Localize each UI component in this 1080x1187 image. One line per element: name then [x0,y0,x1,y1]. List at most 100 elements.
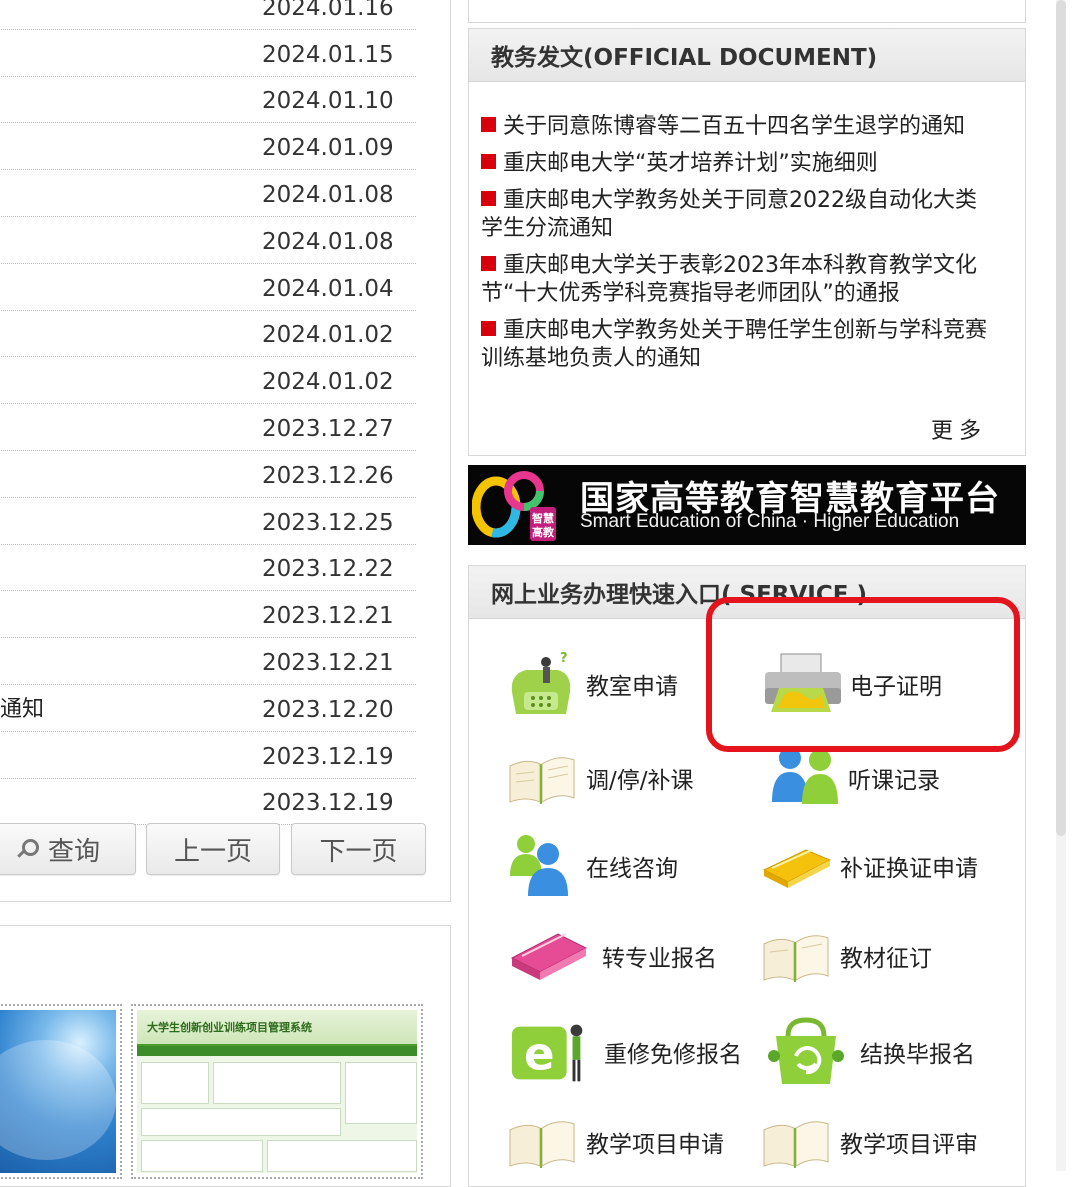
service-electronic-certificate[interactable]: 电子证明 [760,648,942,720]
chat-people-icon [510,835,568,896]
red-square-bullet-icon [481,154,496,169]
news-row[interactable]: 2023.12.22 [0,545,416,592]
service-teaching-project-application[interactable]: 教学项目申请 [506,1106,724,1178]
news-date: 2024.01.08 [262,181,394,208]
news-date: 2024.01.15 [262,41,394,68]
news-row[interactable]: 2023.12.26 [0,451,416,498]
news-date: 2024.01.09 [262,135,394,162]
official-document-title: 教务发文(OFFICIAL DOCUMENT) [469,29,1025,82]
news-row[interactable]: 2023.12.21 [0,591,416,639]
book-icon [509,1121,575,1168]
news-row[interactable]: 2024.01.15 [0,30,416,77]
document-title: 重庆邮电大学教务处关于聘任学生创新与学科竞赛训练基地负责人的通知 [481,318,988,371]
more-link[interactable]: 更多 [931,413,987,445]
news-list-panel: 2024.01.16 2024.01.15 2024.01.10 2024.01.09… [0,0,451,902]
news-row[interactable]: 2023.12.19 [0,732,416,779]
document-title: 重庆邮电大学“英才培养计划”实施细则 [503,151,878,176]
service-label: 教材征订 [840,946,932,972]
recycle-bag-icon [768,1017,844,1084]
innovation-system-screenshot: 大学生创新创业训练项目管理系统 [137,1010,417,1173]
service-certificate-replacement[interactable]: 补证换证申请 [760,830,978,902]
news-row[interactable]: 通知 2023.12.20 [0,685,416,732]
pink-notebook-icon [510,933,588,980]
e-person-icon: e [511,1024,583,1082]
news-date: 2024.01.10 [262,88,394,115]
service-retake-exemption[interactable]: e 重修免修报名 [508,1016,742,1088]
previous-page-button[interactable]: 上一页 [146,823,280,875]
news-row[interactable]: 2024.01.02 [0,357,416,405]
news-title[interactable]: 通知 [0,691,44,723]
svg-text:e: e [524,1028,555,1081]
document-link[interactable]: 重庆邮电大学教务处关于聘任学生创新与学科竞赛训练基地负责人的通知 [481,317,993,373]
news-row[interactable]: 2024.01.09 [0,123,416,171]
service-major-transfer[interactable]: 转专业报名 [502,920,717,992]
service-label: 在线咨询 [586,856,678,882]
news-date: 2023.12.20 [262,696,394,723]
service-label: 调/停/补课 [586,768,694,794]
news-row[interactable]: 2024.01.10 [0,77,416,124]
service-label: 教室申请 [586,674,678,700]
smart-education-banner[interactable]: 智慧 高教 国家高等教育智慧教育平台 Smart Education of Ch… [468,465,1026,545]
book-icon [763,935,829,982]
news-row[interactable]: 2023.12.25 [0,498,416,545]
news-row[interactable]: 2024.01.08 [0,170,416,217]
red-square-bullet-icon [481,321,496,336]
service-classroom-application[interactable]: ? 教室申请 [506,648,678,720]
news-date: 2024.01.02 [262,369,394,396]
news-row[interactable]: 2023.12.19 [0,779,416,826]
document-link[interactable]: 重庆邮电大学“英才培养计划”实施细则 [481,150,993,178]
news-date: 2023.12.19 [262,790,394,817]
red-square-bullet-icon [481,117,496,132]
news-date: 2023.12.22 [262,556,394,583]
official-document-list: 关于同意陈博睿等二百五十四名学生退学的通知重庆邮电大学“英才培养计划”实施细则重… [481,113,993,382]
news-date: 2023.12.21 [262,649,394,676]
globe-thumbnail-link[interactable] [0,1004,122,1179]
service-online-consultation[interactable]: 在线咨询 [506,830,678,902]
news-date: 2023.12.26 [262,462,394,489]
news-date: 2023.12.21 [262,603,394,630]
service-class-adjustment[interactable]: 调/停/补课 [506,742,694,814]
red-square-bullet-icon [481,191,496,206]
banner-subtitle: Smart Education of China · Higher Educat… [580,511,960,532]
service-label: 结换毕报名 [860,1042,975,1068]
people-icon [772,747,838,804]
next-page-button[interactable]: 下一页 [291,823,426,875]
news-date: 2023.12.25 [262,509,394,536]
document-link[interactable]: 重庆邮电大学教务处关于同意2022级自动化大类学生分流通知 [481,187,993,243]
news-date: 2023.12.27 [262,415,394,442]
news-row[interactable]: 2023.12.27 [0,404,416,451]
service-label: 教学项目申请 [586,1132,724,1158]
news-date: 2023.12.19 [262,743,394,770]
book-icon [509,757,575,804]
service-label: 电子证明 [850,674,942,700]
news-date: 2024.01.08 [262,228,394,255]
service-graduation-registration[interactable]: 结换毕报名 [760,1016,975,1088]
document-title: 重庆邮电大学关于表彰2023年本科教育教学文化节“十大优秀学科竞赛指导老师团队”… [481,253,977,306]
scrollbar-thumb[interactable] [1056,0,1066,836]
service-teaching-project-review[interactable]: 教学项目评审 [760,1106,978,1178]
service-label: 教学项目评审 [840,1132,978,1158]
service-panel-title: 网上业务办理快速入口( SERVICE ) [469,566,1025,619]
news-date: 2024.01.16 [262,0,394,21]
service-label: 重修免修报名 [604,1042,742,1068]
service-textbook-order[interactable]: 教材征订 [760,920,932,992]
next-page-label: 下一页 [319,836,398,867]
news-row[interactable]: 2024.01.16 [0,0,416,30]
search-button[interactable]: 查询 [0,823,136,875]
svg-text:?: ? [560,651,568,666]
news-row[interactable]: 2024.01.04 [0,264,416,311]
news-row[interactable]: 2024.01.02 [0,311,416,358]
thumbnail-site-title: 大学生创新创业训练项目管理系统 [137,1010,417,1046]
document-link[interactable]: 重庆邮电大学关于表彰2023年本科教育教学文化节“十大优秀学科竞赛指导老师团队”… [481,252,993,308]
innovation-system-thumbnail-link[interactable]: 大学生创新创业训练项目管理系统 [131,1004,423,1179]
search-button-label: 查询 [47,836,100,867]
service-lecture-record[interactable]: 听课记录 [768,742,940,814]
printer-icon [765,653,841,712]
svg-text:高教: 高教 [532,525,555,539]
document-link[interactable]: 关于同意陈博睿等二百五十四名学生退学的通知 [481,113,993,141]
official-document-panel: 教务发文(OFFICIAL DOCUMENT) 关于同意陈博睿等二百五十四名学生… [468,28,1026,456]
news-row[interactable]: 2023.12.21 [0,638,416,685]
news-row[interactable]: 2024.01.08 [0,217,416,264]
svg-text:智慧: 智慧 [532,511,554,525]
news-date: 2024.01.02 [262,322,394,349]
